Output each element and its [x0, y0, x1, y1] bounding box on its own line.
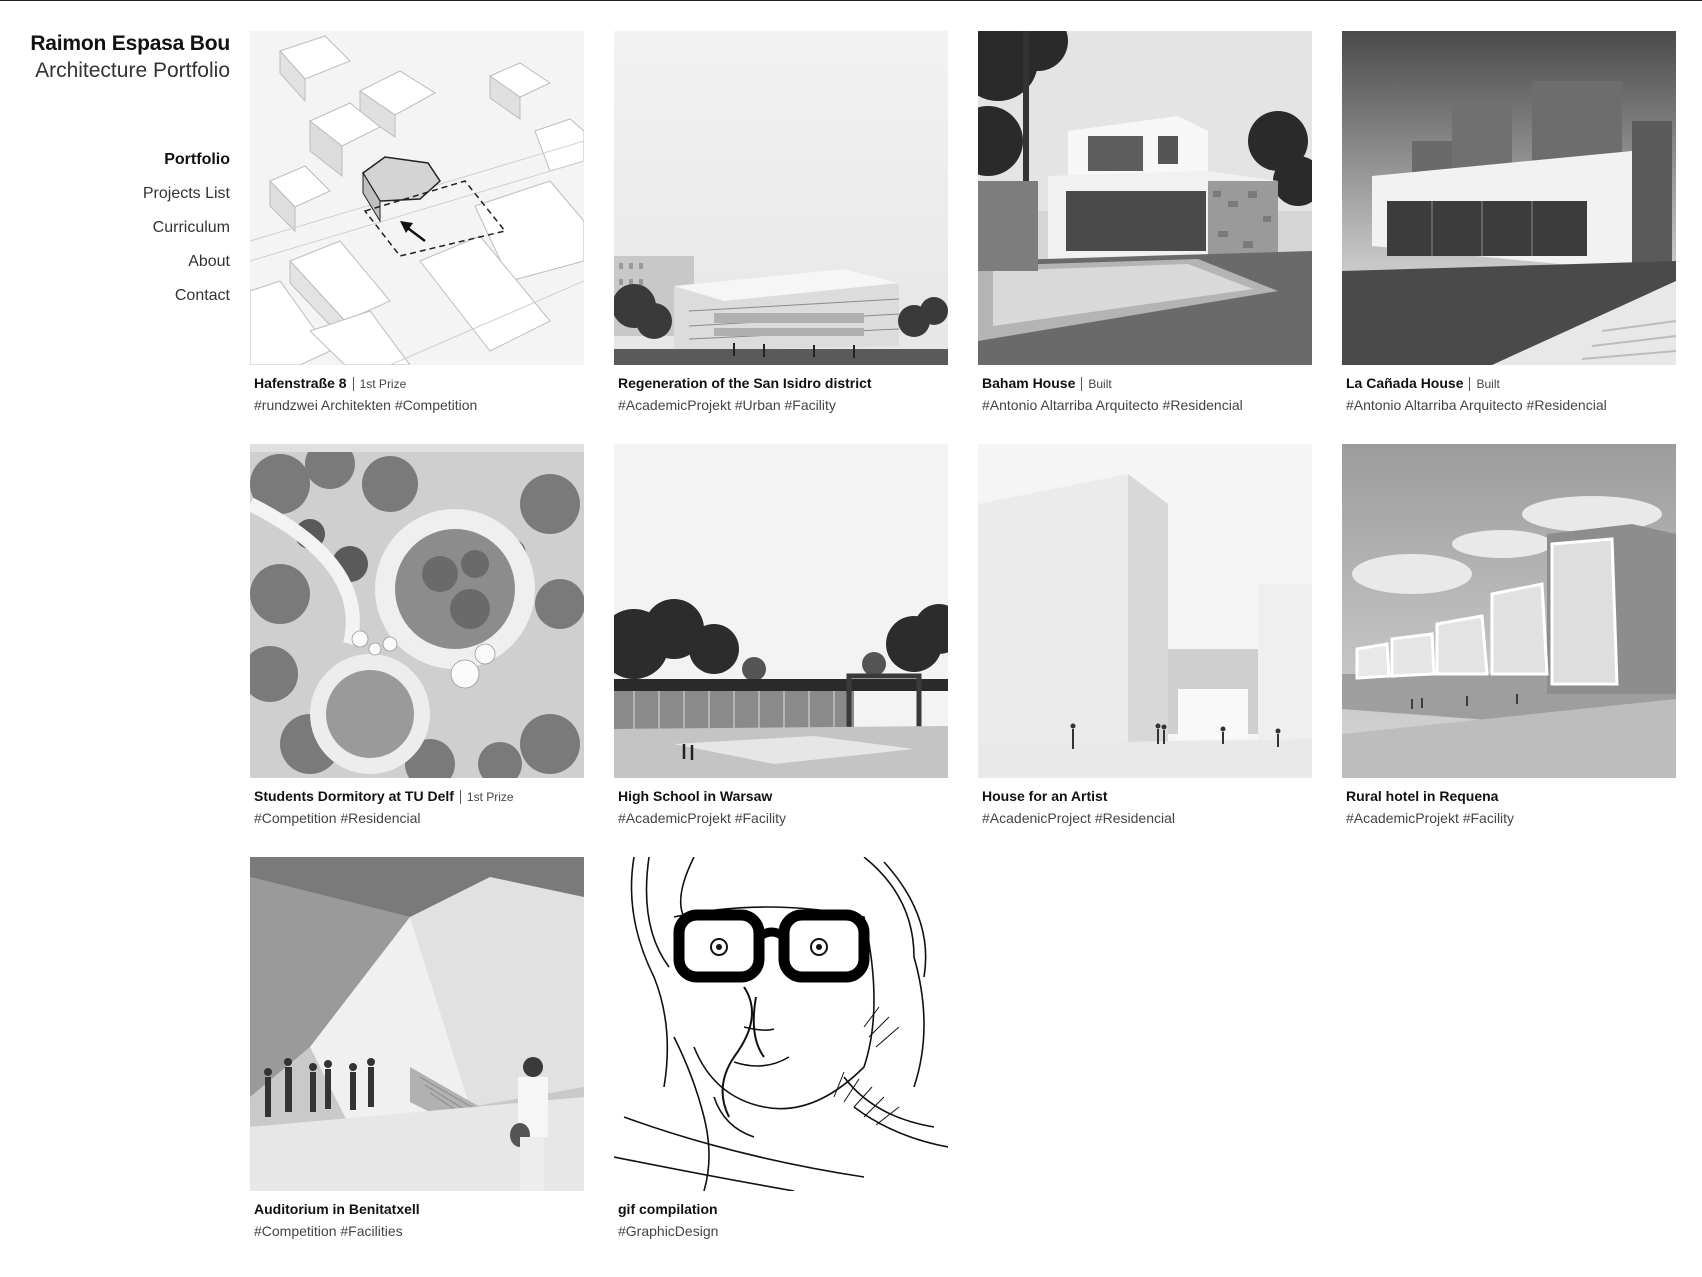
project-tags: #Antonio Altarriba Arquitecto #Residenci… — [1346, 397, 1607, 413]
project-tags: #GraphicDesign — [618, 1223, 719, 1239]
project-thumbnail[interactable] — [250, 857, 584, 1191]
project-thumbnail[interactable] — [614, 857, 948, 1191]
project-tags: #AcademicProjekt #Urban #Facility — [618, 397, 836, 413]
auditorium-interior-render-image — [250, 857, 584, 1191]
project-card[interactable]: gif compilation #GraphicDesign — [614, 857, 948, 1270]
project-card[interactable]: Regeneration of the San Isidro district … — [614, 31, 948, 444]
project-tags: #Antonio Altarriba Arquitecto #Residenci… — [982, 397, 1243, 413]
project-thumbnail[interactable] — [614, 31, 948, 365]
project-title[interactable]: Students Dormitory at TU Delf — [254, 788, 454, 804]
site-subtitle: Architecture Portfolio — [35, 59, 230, 82]
project-tags: #AcademicProjekt #Facility — [618, 810, 787, 826]
project-title[interactable]: House for an Artist — [982, 788, 1108, 804]
portrait-drawing-image — [614, 857, 948, 1191]
project-tags: #rundzwei Architekten #Competition — [254, 397, 478, 413]
nav-item-curriculum[interactable]: Curriculum — [143, 218, 230, 252]
project-award: 1st Prize — [352, 377, 407, 391]
project-card[interactable]: Rural hotel in Requena #AcademicProjekt … — [1342, 444, 1676, 857]
hotel-render-image — [1342, 444, 1676, 778]
project-card[interactable]: Hafenstraße 8 1st Prize #rundzwei Archite… — [250, 31, 584, 444]
project-grid: Hafenstraße 8 1st Prize #rundzwei Archite… — [250, 31, 1676, 1270]
project-card[interactable]: High School in Warsaw #AcademicProjekt #… — [614, 444, 948, 857]
project-tags: #Competition #Facilities — [254, 1223, 403, 1239]
project-title[interactable]: Hafenstraße 8 — [254, 375, 347, 391]
project-award: Built — [1081, 377, 1112, 391]
project-tags: #Competition #Residencial — [254, 810, 421, 826]
project-tags: #AcademicProjekt #Facility — [1346, 810, 1515, 826]
sidebar: Raimon Espasa Bou Architecture Portfolio… — [0, 0, 230, 1277]
main-nav: Portfolio Projects List Curriculum About… — [143, 150, 230, 320]
building-render-image — [614, 31, 948, 365]
site-name[interactable]: Raimon Espasa Bou — [30, 32, 230, 56]
top-border — [0, 0, 1702, 1]
project-card[interactable]: Students Dormitory at TU Delf 1st Prize #… — [250, 444, 584, 857]
project-award: Built — [1469, 377, 1500, 391]
project-thumbnail[interactable] — [1342, 444, 1676, 778]
project-thumbnail[interactable] — [1342, 31, 1676, 365]
project-thumbnail[interactable] — [978, 31, 1312, 365]
project-card[interactable]: La Cañada House Built #Antonio Altarriba … — [1342, 31, 1676, 444]
project-card[interactable]: House for an Artist #AcadenicProject #Re… — [978, 444, 1312, 857]
nav-item-projects-list[interactable]: Projects List — [143, 184, 230, 218]
nav-item-portfolio[interactable]: Portfolio — [143, 150, 230, 184]
project-thumbnail[interactable] — [250, 31, 584, 365]
project-title[interactable]: gif compilation — [618, 1201, 718, 1217]
project-card[interactable]: Auditorium in Benitatxell #Competition #… — [250, 857, 584, 1270]
house-with-pool-photo-image — [978, 31, 1312, 365]
project-title[interactable]: La Cañada House — [1346, 375, 1463, 391]
project-tags: #AcadenicProject #Residencial — [982, 810, 1175, 826]
project-title[interactable]: High School in Warsaw — [618, 788, 772, 804]
project-award: 1st Prize — [459, 790, 514, 804]
axonometric-site-plan-image — [250, 31, 584, 365]
project-title[interactable]: Baham House — [982, 375, 1075, 391]
school-render-image — [614, 444, 948, 778]
project-thumbnail[interactable] — [978, 444, 1312, 778]
nav-item-about[interactable]: About — [143, 252, 230, 286]
project-title[interactable]: Rural hotel in Requena — [1346, 788, 1498, 804]
artist-house-render-image — [978, 444, 1312, 778]
house-photo-image — [1342, 31, 1676, 365]
project-card[interactable]: Baham House Built #Antonio Altarriba Arqu… — [978, 31, 1312, 444]
project-title[interactable]: Regeneration of the San Isidro district — [618, 375, 872, 391]
site-plan-aerial-image — [250, 444, 584, 778]
project-title[interactable]: Auditorium in Benitatxell — [254, 1201, 420, 1217]
nav-item-contact[interactable]: Contact — [143, 286, 230, 320]
project-thumbnail[interactable] — [614, 444, 948, 778]
project-thumbnail[interactable] — [250, 444, 584, 778]
